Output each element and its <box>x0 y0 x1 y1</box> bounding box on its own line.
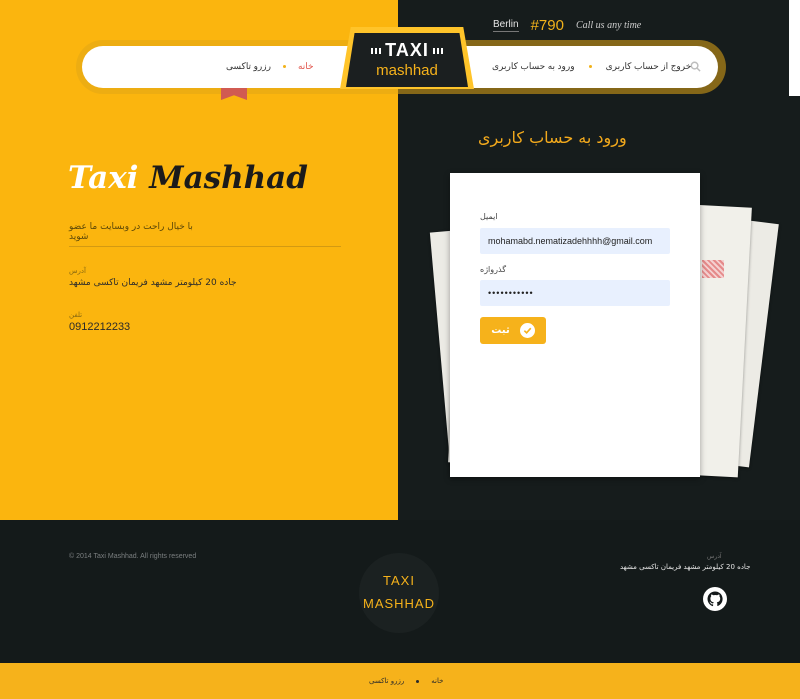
nav-separator-dot <box>416 679 420 683</box>
brand-title: Taxi Mashhad <box>68 160 308 196</box>
copyright: © 2014 Taxi Mashhad. All rights reserved <box>69 553 197 560</box>
page-edge <box>789 0 800 96</box>
search-icon[interactable] <box>690 61 701 72</box>
bottom-nav-home[interactable]: خانه <box>431 677 443 685</box>
footer-address-label: آدرس <box>707 553 722 560</box>
address-value: جاده 20 کیلومتر مشهد فریمان تاکسی مشهد <box>69 278 237 288</box>
email-field[interactable]: mohamabd.nematizadehhhh@gmail.com <box>480 228 670 254</box>
submit-label: ثبت <box>491 325 510 336</box>
footer-logo-text: TAXI <box>383 573 415 588</box>
email-label: ایمیل <box>480 212 498 221</box>
top-info-bar: Berlin #790 Call us any time <box>493 17 641 34</box>
github-icon[interactable] <box>703 587 727 611</box>
checker-icon <box>371 48 382 55</box>
tagline: با خیال راحت در وبسایت ما عضو شوید <box>69 222 193 242</box>
footer-logo[interactable] <box>359 553 439 633</box>
logo-taxi-text: TAXI <box>346 40 468 61</box>
phone-value: 0912212233 <box>69 321 131 333</box>
nav-separator-dot <box>282 65 286 68</box>
footer-address: جاده 20 کیلومتر مشهد فریمان تاکسی مشهد <box>620 563 751 571</box>
submit-button[interactable]: ثبت <box>480 317 546 344</box>
divider <box>69 246 341 247</box>
address-label: آدرس <box>69 267 86 275</box>
logo-city-text: mashhad <box>376 62 438 79</box>
city-selector[interactable]: Berlin <box>493 19 519 32</box>
phone-number: #790 <box>530 17 564 34</box>
nav-left-group: خانه رزرو تاکسی <box>226 61 314 72</box>
call-text: Call us any time <box>575 20 642 31</box>
login-title: ورود به حساب کاربری <box>478 128 627 147</box>
nav-home-link[interactable]: خانه <box>298 61 314 72</box>
check-icon <box>519 323 535 338</box>
footer-logo-text: MASHHAD <box>362 596 435 611</box>
phone-label: تلفن <box>69 311 83 319</box>
nav-reserve-link[interactable]: رزرو تاکسی <box>226 61 271 72</box>
password-field[interactable]: ••••••••••• <box>480 280 670 306</box>
nav-logout-link[interactable]: خروج از حساب کاربری <box>606 61 692 72</box>
bottom-nav-reserve[interactable]: رزرو تاکسی <box>369 677 404 685</box>
password-label: گذرواژه <box>480 265 507 274</box>
nav-login-link[interactable]: ورود به حساب کاربری <box>492 61 575 72</box>
nav-separator-dot <box>588 65 592 68</box>
bottom-nav: خانه رزرو تاکسی <box>369 677 443 685</box>
checker-icon <box>432 48 443 55</box>
stamp-icon <box>702 260 724 278</box>
nav-right-group: خروج از حساب کاربری ورود به حساب کاربری <box>492 61 691 72</box>
